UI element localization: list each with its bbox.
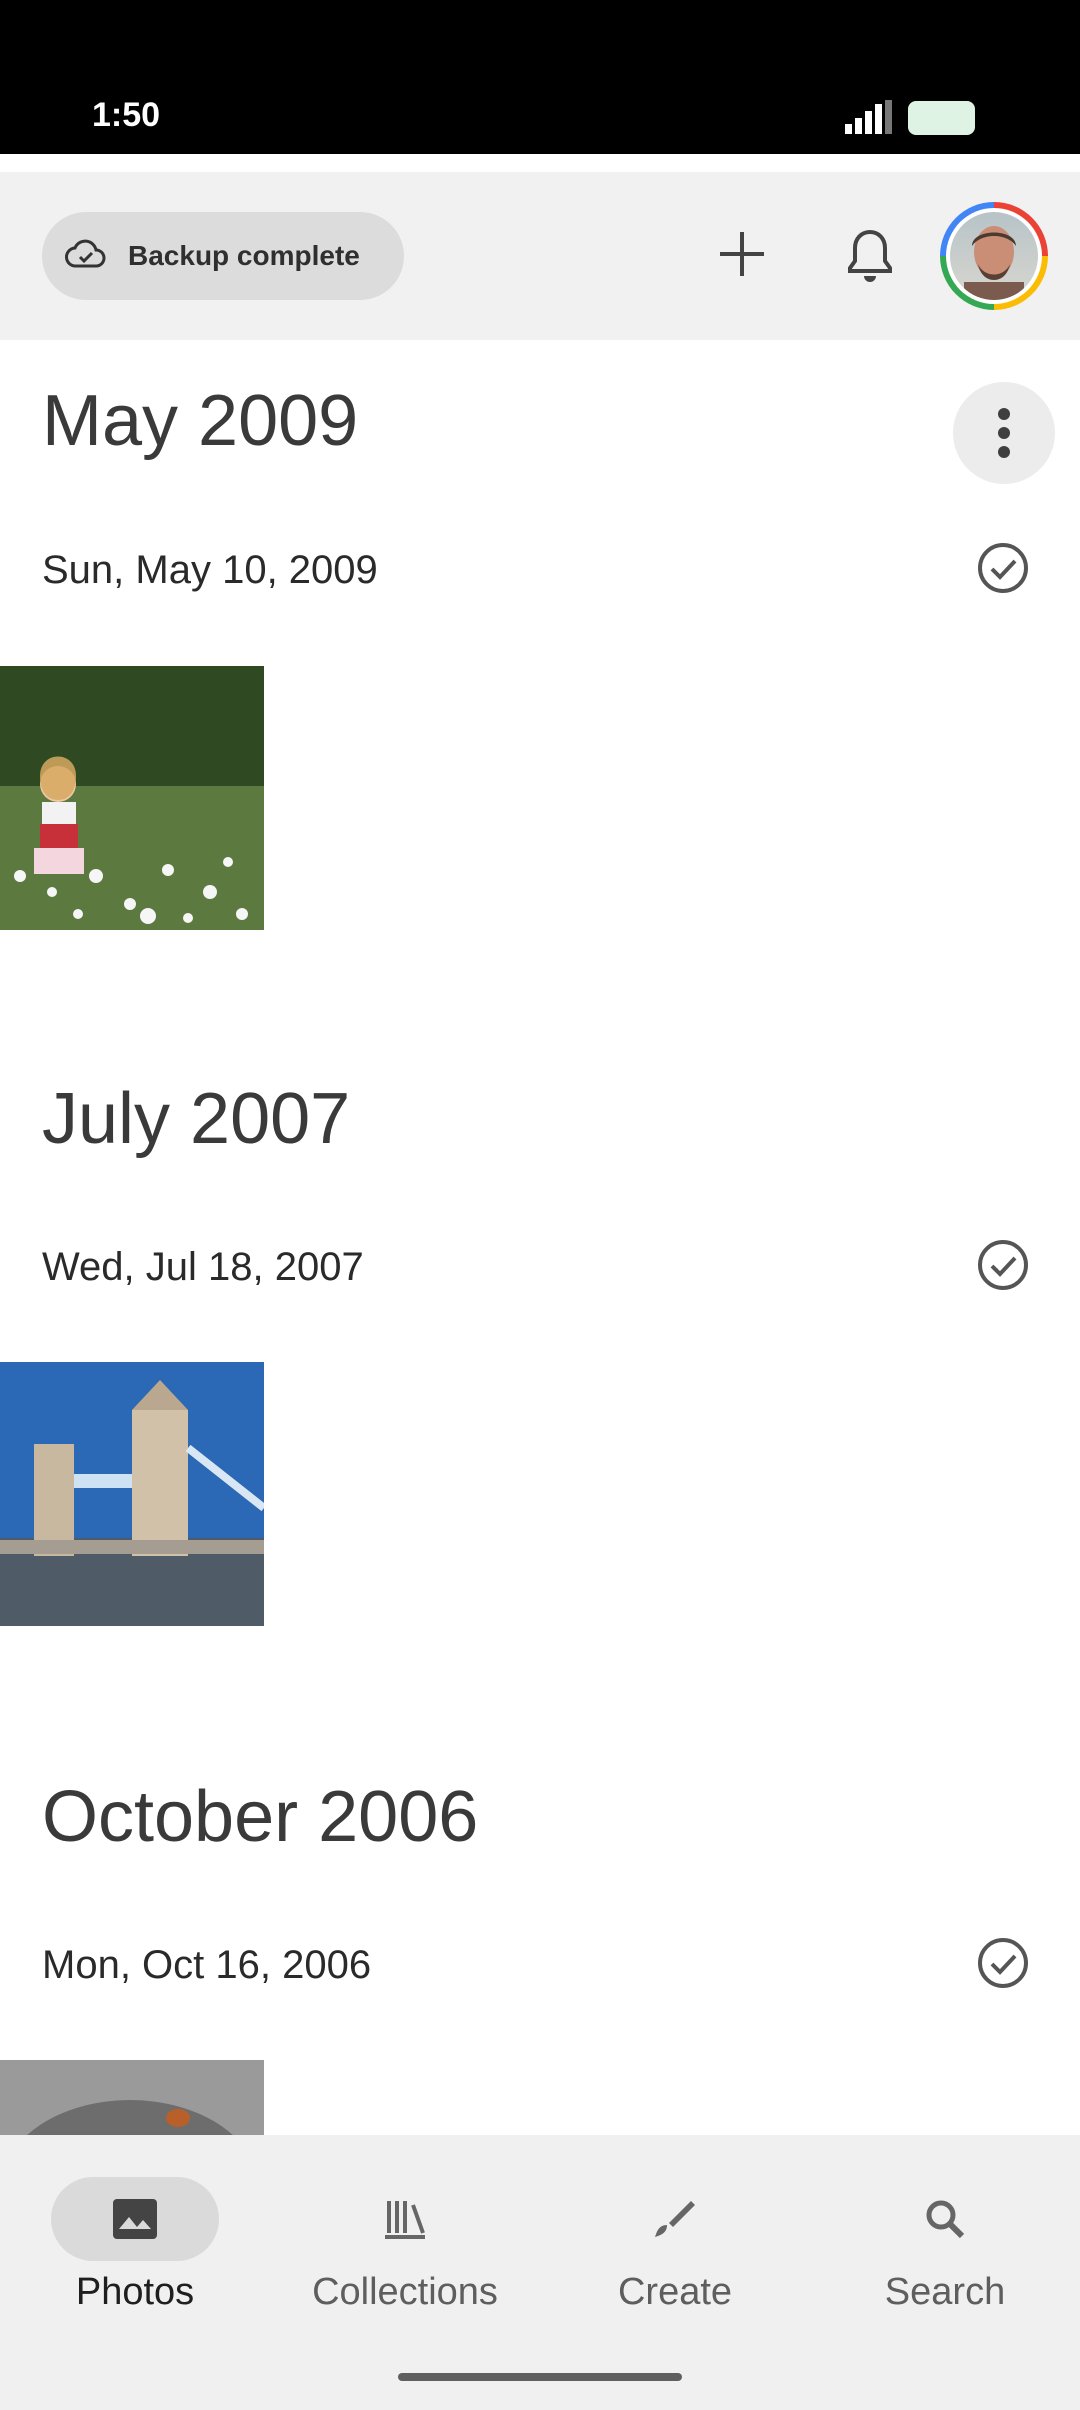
nav-active-indicator [51,2177,219,2261]
day-row: Mon, Oct 16, 2006 [42,1935,1042,1995]
month-heading: July 2007 [42,1079,351,1159]
select-day-check-icon[interactable] [975,1237,1031,1293]
day-heading: Wed, Jul 18, 2007 [42,1245,364,1289]
month-heading: May 2009 [42,381,359,461]
day-heading: Mon, Oct 16, 2006 [42,1943,372,1987]
day-row: Wed, Jul 18, 2007 [42,1237,1042,1297]
nav-label: Create [617,2271,733,2313]
cloud-check-icon [65,239,106,268]
bell-icon[interactable] [842,224,898,284]
nav-photos[interactable]: Photos [0,2157,270,2317]
add-icon[interactable] [714,226,770,282]
bottom-navigation: Photos Collections Create Search [0,2135,1080,2410]
nav-collections[interactable]: Collections [270,2157,540,2317]
photo-icon [113,2199,157,2239]
day-row: Sun, May 10, 2009 [42,540,1042,600]
more-options-button[interactable] [953,382,1055,484]
search-icon [926,2200,965,2239]
more-vert-icon [998,408,1010,458]
collections-icon [385,2201,425,2239]
cellular-signal-icon [845,100,892,134]
nav-label: Collections [312,2271,498,2313]
nav-create[interactable]: Create [540,2157,810,2317]
backup-status-button[interactable]: Backup complete [42,212,404,300]
photo-thumbnail[interactable] [0,1362,264,1626]
girl-in-flower-field-image [0,666,264,930]
photo-thumbnail[interactable] [0,666,264,930]
backup-status-label: Backup complete [128,240,360,271]
status-time: 1:50 [92,96,161,134]
top-app-bar: Backup complete [0,172,1080,340]
brush-icon [655,2201,695,2237]
photo-timeline[interactable]: May 2009 Sun, May 10, 2009 July 2007 Wed… [0,340,1080,2135]
month-heading: October 2006 [42,1777,479,1857]
select-day-check-icon[interactable] [975,1935,1031,1991]
photo-thumbnail[interactable] [0,2060,264,2135]
tower-bridge-image [0,1362,264,1626]
dog-closeup-image [0,2060,264,2135]
avatar-photo [964,226,1024,300]
account-avatar[interactable] [940,202,1048,310]
day-heading: Sun, May 10, 2009 [42,548,378,592]
nav-label: Photos [75,2271,195,2313]
home-gesture-bar[interactable] [398,2373,682,2381]
battery-icon [908,101,975,135]
nav-label: Search [884,2271,1006,2313]
nav-search[interactable]: Search [810,2157,1080,2317]
status-bar: 1:50 [0,0,1080,154]
select-day-check-icon[interactable] [975,540,1031,596]
